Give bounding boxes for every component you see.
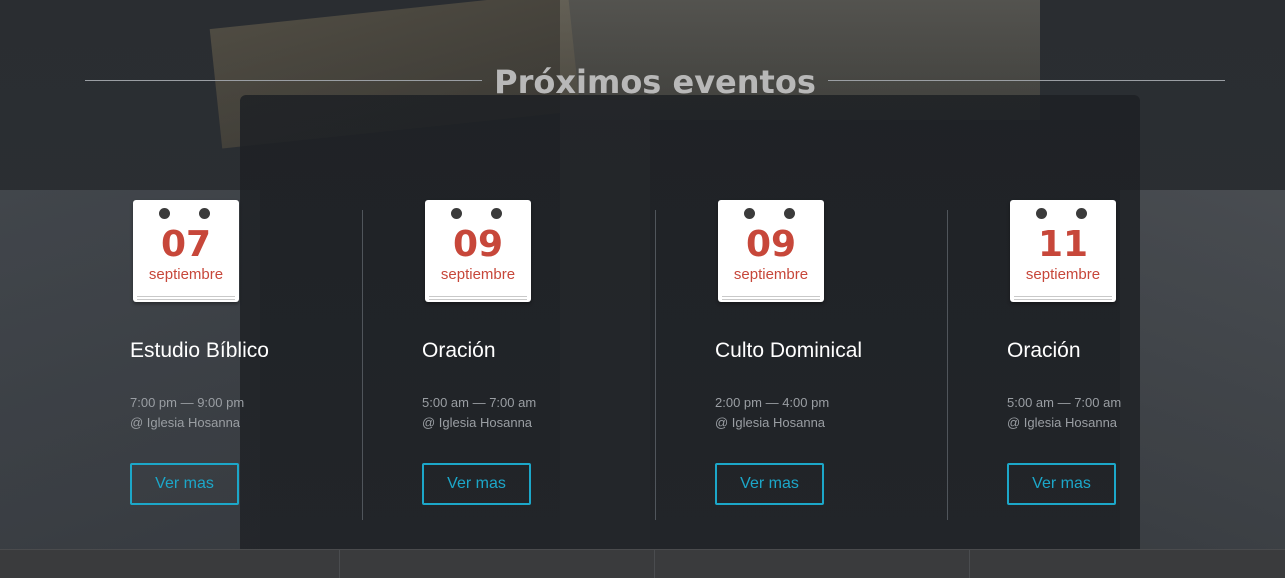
- event-time: 5:00 am — 7:00 am: [422, 395, 537, 410]
- footer-cell: [654, 550, 969, 578]
- calendar-ring: [784, 208, 795, 219]
- calendar-pages: [429, 296, 527, 300]
- section-title: Próximos eventos: [494, 63, 816, 101]
- calendar-icon: 11 septiembre: [1010, 200, 1116, 302]
- calendar-ring: [491, 208, 502, 219]
- event-title[interactable]: Estudio Bíblico: [130, 338, 390, 364]
- event-day: 09: [452, 224, 504, 265]
- calendar-icon: 09 septiembre: [425, 200, 531, 302]
- title-rule-right: [828, 80, 1225, 81]
- event-month: septiembre: [148, 266, 224, 283]
- calendar-ring: [1076, 208, 1087, 219]
- calendar-ring: [199, 208, 210, 219]
- calendar-ring: [1036, 208, 1047, 219]
- background-image-book: [240, 95, 1140, 549]
- event-title[interactable]: Oración: [422, 338, 682, 364]
- calendar-pages: [137, 296, 235, 300]
- event-time: 7:00 pm — 9:00 pm: [130, 395, 245, 410]
- ver-mas-button[interactable]: Ver mas: [422, 463, 531, 505]
- section-header: Próximos eventos: [85, 60, 1225, 104]
- calendar-ring: [744, 208, 755, 219]
- calendar-pages: [722, 296, 820, 300]
- event-divider: [655, 210, 656, 520]
- event-divider: [362, 210, 363, 520]
- footer-bar: [0, 549, 1285, 578]
- event-time: 5:00 am — 7:00 am: [1007, 395, 1122, 410]
- events-section: Próximos eventos 07 septiembre Estudio B…: [0, 0, 1285, 549]
- event-location: @ Iglesia Hosanna: [715, 415, 826, 430]
- event-month: septiembre: [1025, 266, 1101, 283]
- event-divider: [947, 210, 948, 520]
- event-time: 2:00 pm — 4:00 pm: [715, 395, 830, 410]
- calendar-icon: 07 septiembre: [133, 200, 239, 302]
- event-location: @ Iglesia Hosanna: [422, 415, 533, 430]
- background-image-spine: [560, 100, 650, 549]
- ver-mas-button[interactable]: Ver mas: [715, 463, 824, 505]
- event-title[interactable]: Culto Dominical: [715, 338, 975, 364]
- event-location: @ Iglesia Hosanna: [130, 415, 241, 430]
- event-day: 09: [745, 224, 797, 265]
- ver-mas-button[interactable]: Ver mas: [130, 463, 239, 505]
- event-month: septiembre: [733, 266, 809, 283]
- event-location: @ Iglesia Hosanna: [1007, 415, 1118, 430]
- background-image-cloth: [1120, 190, 1285, 549]
- event-title[interactable]: Oración: [1007, 338, 1267, 364]
- calendar-icon: 09 septiembre: [718, 200, 824, 302]
- title-rule-left: [85, 80, 482, 81]
- footer-cell: [339, 550, 654, 578]
- calendar-ring: [451, 208, 462, 219]
- calendar-pages: [1014, 296, 1112, 300]
- event-month: septiembre: [440, 266, 516, 283]
- event-day: 11: [1037, 224, 1089, 265]
- event-day: 07: [160, 224, 212, 265]
- ver-mas-button[interactable]: Ver mas: [1007, 463, 1116, 505]
- calendar-ring: [159, 208, 170, 219]
- footer-cell: [969, 550, 1285, 578]
